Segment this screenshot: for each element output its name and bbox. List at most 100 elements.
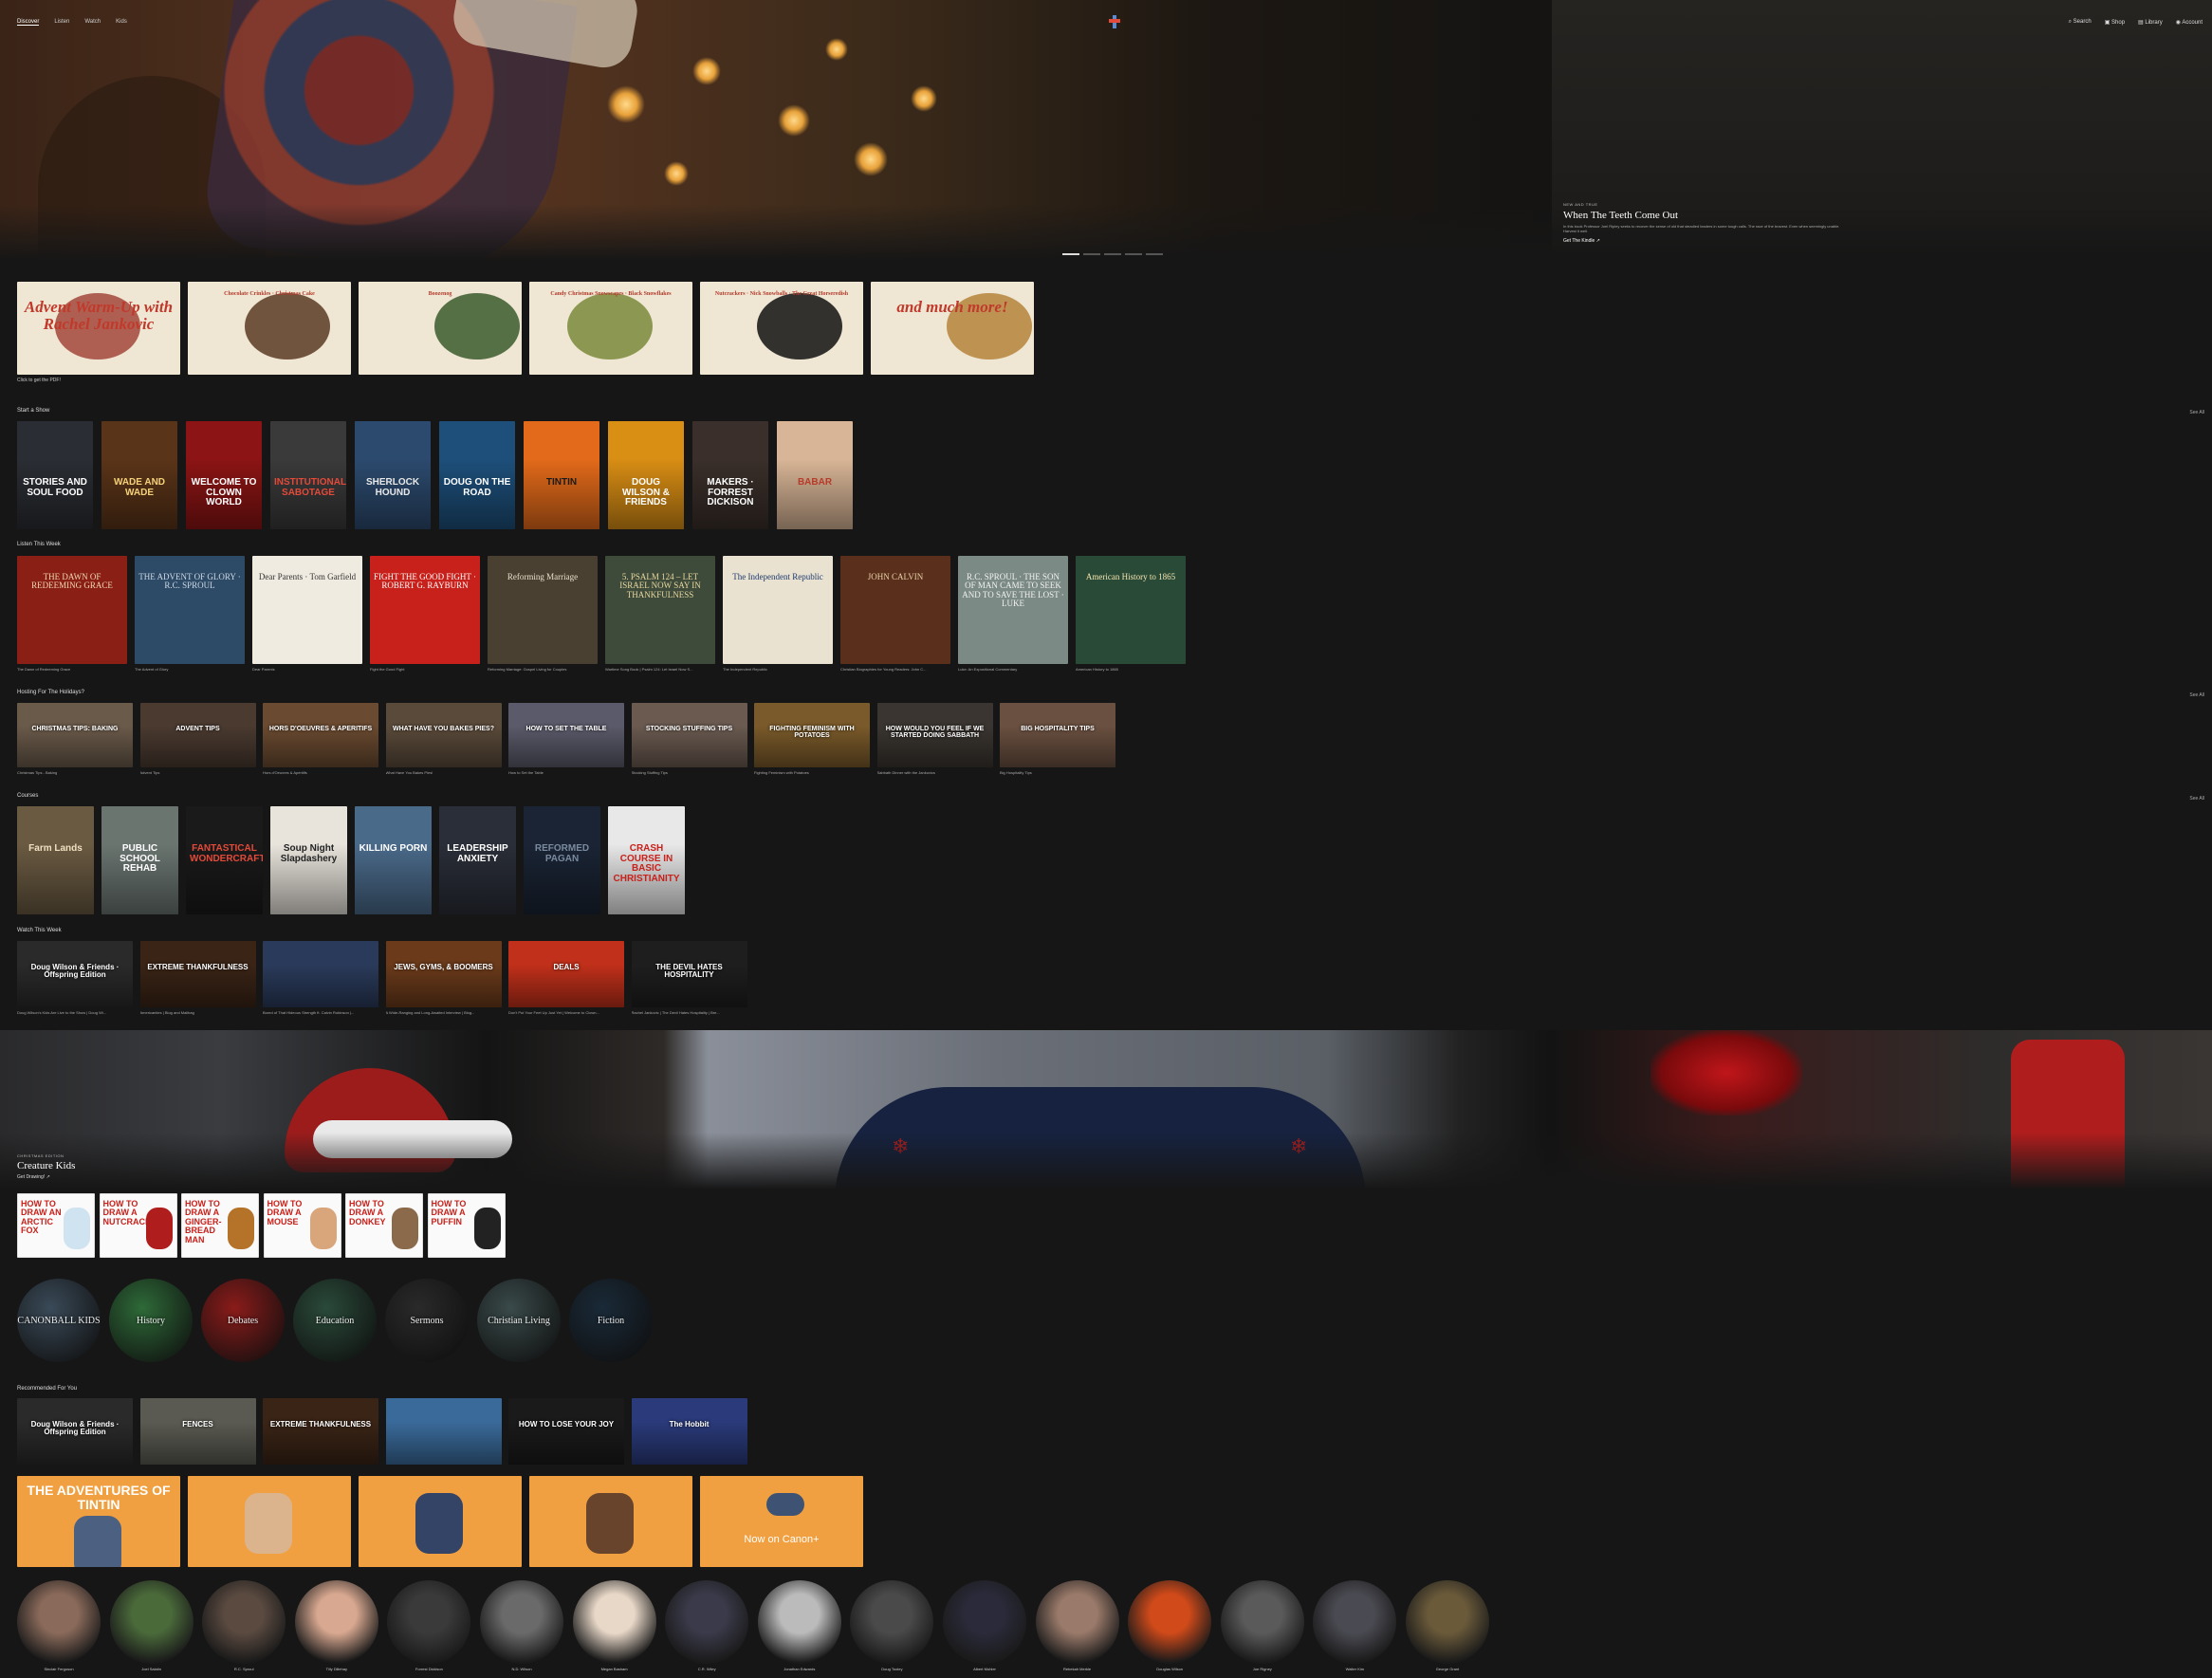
listen-caption[interactable]: Dear Parents [252,667,362,672]
person-avatar[interactable] [1220,1580,1304,1664]
tintin-tile[interactable]: Now on Canon+ [700,1476,863,1567]
hosting-caption[interactable]: Big Hospitality Tips [1000,770,1115,775]
hosting-see-all[interactable]: See All [2189,692,2204,698]
carousel-dot[interactable] [1062,253,1079,255]
show-tile[interactable]: WADE AND WADE [101,421,177,529]
recommended-tile[interactable]: EXTREME THANKFULNESS [263,1398,378,1465]
recommended-tile[interactable]: Doug Wilson & Friends · Offspring Editio… [17,1398,133,1465]
person-name[interactable]: N.D. Wilson [480,1667,563,1671]
category-circle[interactable]: Debates [201,1279,285,1362]
hosting-tile[interactable]: ADVENT TIPS [139,703,256,767]
hosting-caption[interactable]: How to Set the Table [508,770,624,775]
watch-tile[interactable]: THE DEVIL HATES HOSPITALITY [631,941,747,1007]
person-name[interactable]: Forrest Dickison [387,1667,470,1671]
kids-draw-tile[interactable]: HOW TO DRAW A DONKEY [345,1193,423,1258]
course-tile[interactable]: PUBLIC SCHOOL REHAB [101,806,178,914]
course-tile[interactable]: Farm Lands [17,806,94,914]
show-tile[interactable]: TINTIN [524,421,599,529]
nav-discover[interactable]: Discover [17,19,40,26]
listen-caption[interactable]: Fight the Good Fight [370,667,480,672]
kids-draw-tile[interactable]: HOW TO DRAW A GINGER-BREAD MAN [181,1193,259,1258]
advent-tile[interactable]: Nutcrackers · Nick Snowballs · The Great… [700,282,863,375]
tintin-tile[interactable] [188,1476,351,1567]
hosting-caption[interactable]: Hors d'Oeuvres & Apéritifs [263,770,378,775]
category-circle[interactable]: Education [293,1279,377,1362]
person-avatar[interactable] [294,1580,378,1664]
watch-tile[interactable]: JEWS, GYMS, & BOOMERS [385,941,502,1007]
account-link[interactable]: ◉ Account [2176,19,2203,26]
kids-draw-tile[interactable]: HOW TO DRAW AN ARCTIC FOX [17,1193,95,1258]
person-name[interactable]: Jonathan Edwards [758,1667,841,1671]
course-tile[interactable]: REFORMED PAGAN [524,806,600,914]
person-name[interactable]: Joel Salatin [110,1667,194,1671]
person-name[interactable]: C.R. Wiley [665,1667,748,1671]
advent-tile[interactable]: and much more! [871,282,1034,375]
tintin-tile[interactable] [359,1476,522,1567]
shop-link[interactable]: ▣ Shop [2105,19,2125,26]
person-avatar[interactable] [17,1580,101,1664]
recommended-tile[interactable]: The Hobbit [631,1398,747,1465]
listen-tile[interactable]: THE DAWN OF REDEEMING GRACE [17,556,127,664]
person-avatar[interactable] [1406,1580,1489,1664]
person-name[interactable]: Joe Rigney [1221,1667,1304,1671]
listen-caption[interactable]: American History to 1865 [1076,667,1186,672]
carousel-dot[interactable] [1125,253,1142,255]
listen-caption[interactable]: Christian Biographies for Young Readers:… [840,667,950,672]
hosting-caption[interactable]: Stocking Stuffing Tips [632,770,747,775]
search-link[interactable]: ⌕ Search [2069,19,2092,26]
hosting-tile[interactable]: WHAT HAVE YOU BAKES PIES? [385,703,502,767]
watch-caption[interactable]: A Wide-Ranging and Long-Awaited Intervie… [386,1010,502,1015]
listen-caption[interactable]: Wartime Song Book | Psalm 124: Let Israe… [605,667,715,672]
hero-banner[interactable]: Discover Listen Watch Kids ⌕ Search ▣ Sh… [0,0,2212,261]
listen-tile[interactable]: FIGHT THE GOOD FIGHT · ROBERT G. RAYBURN [370,556,480,664]
listen-caption[interactable]: Luke: An Expositional Commentary [958,667,1068,672]
carousel-dot[interactable] [1083,253,1100,255]
kids-draw-tile[interactable]: HOW TO DRAW A MOUSE [263,1193,341,1258]
hosting-tile[interactable]: STOCKING STUFFING TIPS [631,703,747,767]
listen-caption[interactable]: The Independent Republic [723,667,833,672]
watch-caption[interactable]: Americanties | Blog and Mailbag [140,1010,256,1015]
person-avatar[interactable] [1035,1580,1119,1664]
category-circle[interactable]: CANONBALL KIDS [17,1279,101,1362]
course-tile[interactable]: LEADERSHIP ANXIETY [439,806,516,914]
listen-tile[interactable]: JOHN CALVIN [840,556,950,664]
show-tile[interactable]: STORIES AND SOUL FOOD [17,421,93,529]
watch-caption[interactable]: Doug Wilson's Kids Are Live to the Show … [17,1010,133,1015]
listen-caption[interactable]: The Advent of Glory [135,667,245,672]
person-name[interactable]: Albert Mohler [943,1667,1026,1671]
kids-cta-link[interactable]: Get Drawing! ↗ [17,1174,75,1180]
hosting-caption[interactable]: What Have You Bakes Pies! [386,770,502,775]
recommended-tile[interactable] [385,1398,502,1465]
listen-caption[interactable]: The Dawn of Redeeming Grace [17,667,127,672]
show-tile[interactable]: DOUG WILSON & FRIENDS [608,421,684,529]
course-tile[interactable]: Soup Night Slapdashery [270,806,347,914]
hosting-tile[interactable]: HORS D'OEUVRES & APERITIFS [263,703,378,767]
kids-draw-tile[interactable]: HOW TO DRAW A PUFFIN [427,1193,506,1258]
person-avatar[interactable] [850,1580,934,1664]
library-link[interactable]: ▤ Library [2138,19,2163,26]
person-avatar[interactable] [572,1580,656,1664]
hosting-caption[interactable]: Fighting Feminism with Potatoes [754,770,870,775]
hosting-tile[interactable]: FIGHTING FEMINISM WITH POTATOES [754,703,870,767]
category-circle[interactable]: Sermons [385,1279,469,1362]
course-tile[interactable]: CRASH COURSE IN BASIC CHRISTIANITY [608,806,685,914]
person-name[interactable]: Sinclair Ferguson [17,1667,101,1671]
tintin-tile[interactable] [529,1476,692,1567]
hosting-tile[interactable]: BIG HOSPITALITY TIPS [1000,703,1115,767]
advent-tile[interactable]: Boozenog [359,282,522,375]
watch-tile[interactable]: EXTREME THANKFULNESS [139,941,256,1007]
person-name[interactable]: Douglas Wilson [1128,1667,1211,1671]
kids-draw-tile[interactable]: HOW TO DRAW A NUTCRACKER [99,1193,177,1258]
person-avatar[interactable] [757,1580,841,1664]
listen-tile[interactable]: 5. PSALM 124 – LET ISRAEL NOW SAY IN THA… [605,556,715,664]
nav-listen[interactable]: Listen [54,19,69,26]
advent-caption[interactable]: Click to get the PDF! [17,378,61,383]
nav-watch[interactable]: Watch [84,19,101,26]
canon-plus-logo[interactable] [1108,13,1121,30]
advent-tile[interactable]: Candy Christmas Snowscapes · Black Snowf… [529,282,692,375]
show-tile[interactable]: WELCOME TO CLOWN WORLD [186,421,262,529]
carousel-dot[interactable] [1146,253,1163,255]
listen-tile[interactable]: R.C. SPROUL · THE SON OF MAN CAME TO SEE… [958,556,1068,664]
recommended-tile[interactable]: HOW TO LOSE YOUR JOY [508,1398,624,1465]
creature-kids-banner[interactable]: ❄ ❄ [0,1030,2212,1189]
